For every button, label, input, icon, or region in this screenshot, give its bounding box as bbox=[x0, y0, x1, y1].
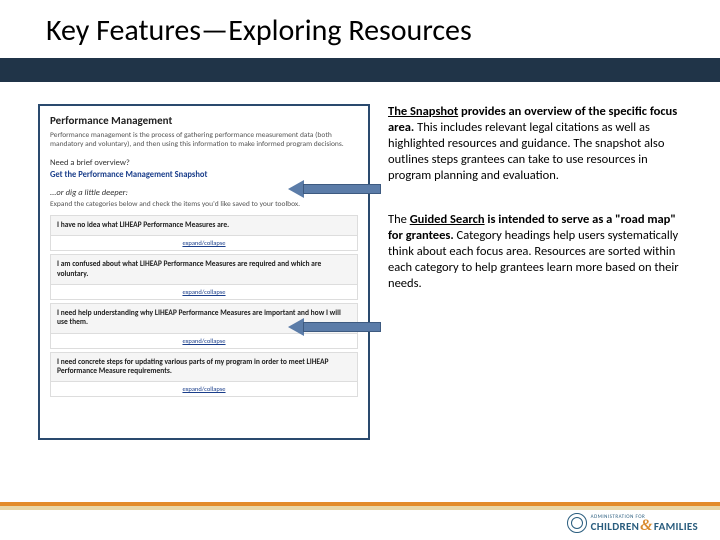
acf-logo: ADMINISTRATION FOR CHILDREN&FAMILIES bbox=[548, 510, 698, 536]
accordion-head[interactable]: I need concrete steps for updating vario… bbox=[50, 352, 358, 383]
snapshot-description: The Snapshot provides an overview of the… bbox=[388, 104, 686, 184]
accordion-head[interactable]: I am confused about what LIHEAP Performa… bbox=[50, 254, 358, 285]
panel-expand-note: Expand the categories below and check th… bbox=[50, 200, 358, 209]
panel-overview-q: Need a brief overview? bbox=[50, 158, 358, 168]
guided-search-description: The Guided Search is intended to serve a… bbox=[388, 212, 686, 292]
accordion-head[interactable]: I have no idea what LIHEAP Performance M… bbox=[50, 215, 358, 236]
accordion-item[interactable]: I need concrete steps for updating vario… bbox=[50, 352, 358, 398]
content-area: Performance Management Performance manag… bbox=[38, 104, 686, 474]
explanatory-text: The Snapshot provides an overview of the… bbox=[388, 104, 686, 320]
accordion-item[interactable]: I have no idea what LIHEAP Performance M… bbox=[50, 215, 358, 251]
screenshot-panel: Performance Management Performance manag… bbox=[38, 104, 370, 440]
expand-collapse-link[interactable]: expand/collapse bbox=[50, 334, 358, 349]
expand-collapse-link[interactable]: expand/collapse bbox=[50, 236, 358, 251]
accordion-item[interactable]: I am confused about what LIHEAP Performa… bbox=[50, 254, 358, 300]
panel-intro: Performance management is the process of… bbox=[50, 131, 358, 150]
snapshot-link[interactable]: Get the Performance Management Snapshot bbox=[50, 170, 358, 180]
page-title: Key Features—Exploring Resources bbox=[46, 12, 472, 49]
logo-main: CHILDREN&FAMILIES bbox=[591, 520, 698, 532]
expand-collapse-link[interactable]: expand/collapse bbox=[50, 285, 358, 300]
footer: ADMINISTRATION FOR CHILDREN&FAMILIES bbox=[0, 502, 720, 540]
panel-body: Performance Management Performance manag… bbox=[40, 106, 368, 438]
slide: Key Features—Exploring Resources Perform… bbox=[0, 0, 720, 540]
expand-collapse-link[interactable]: expand/collapse bbox=[50, 382, 358, 397]
panel-heading: Performance Management bbox=[50, 114, 358, 127]
navy-strip bbox=[0, 58, 720, 82]
seal-icon bbox=[567, 513, 587, 533]
